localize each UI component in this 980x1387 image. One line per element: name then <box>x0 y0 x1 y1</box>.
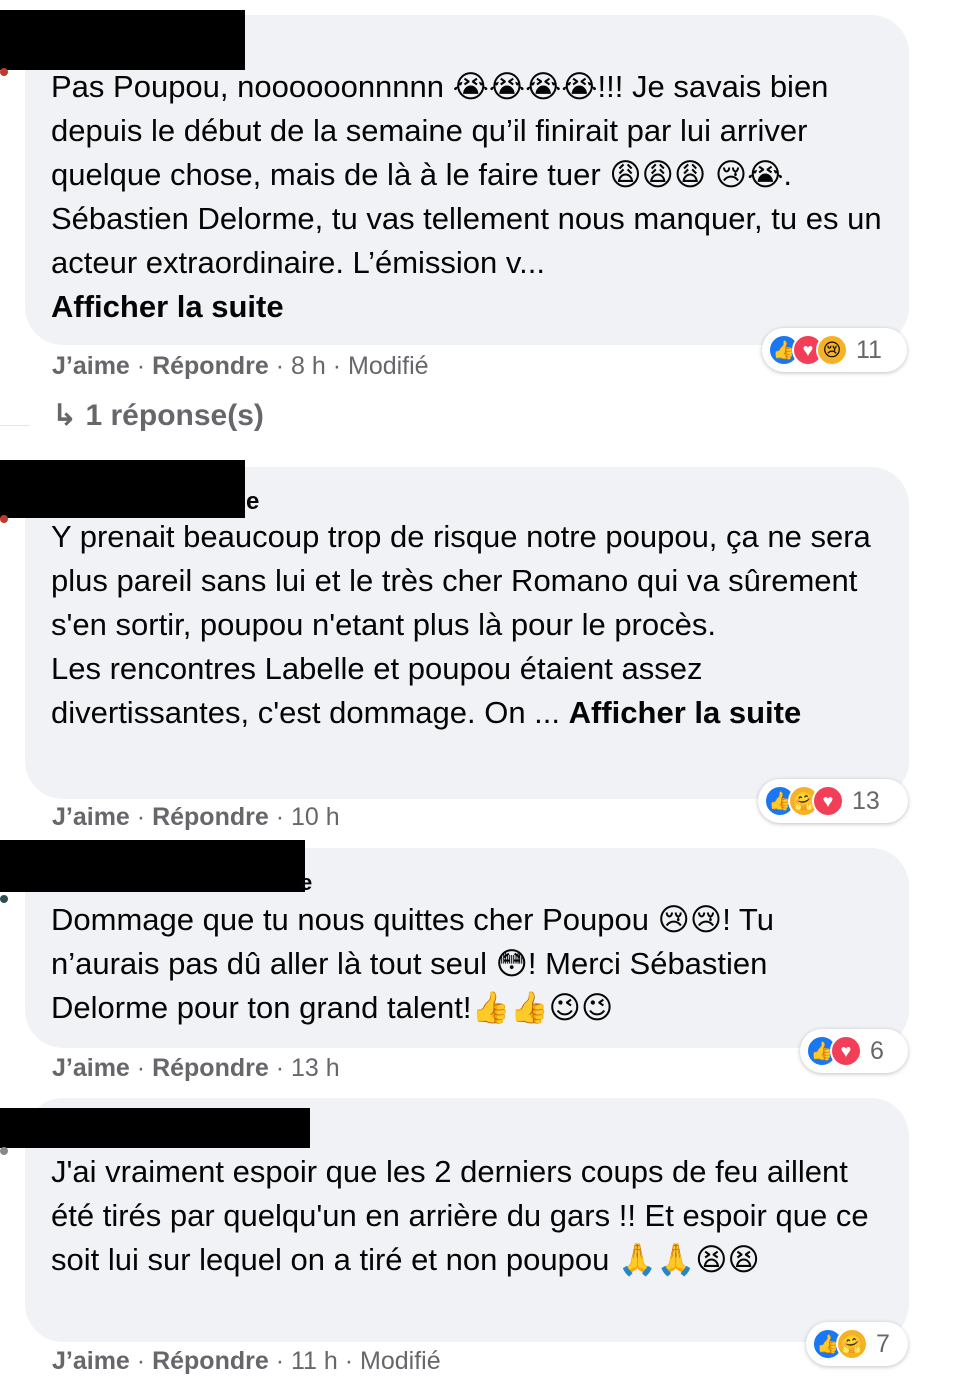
comment-body: J'ai vraiment espoir que les 2 derniers … <box>51 1154 878 1277</box>
reply-button[interactable]: Répondre <box>152 803 269 831</box>
like-button[interactable]: J’aime <box>52 1054 130 1082</box>
replies-count-label: 1 réponse(s) <box>85 399 264 432</box>
reaction-count: 13 <box>852 786 880 815</box>
care-icon: 🤗 <box>836 1328 868 1360</box>
timestamp[interactable]: 10 h <box>291 803 340 831</box>
like-button[interactable]: J’aime <box>52 1347 130 1375</box>
see-more-link[interactable]: Afficher la suite <box>569 695 802 730</box>
reply-arrow-icon: ↳ <box>52 399 86 432</box>
avatar[interactable] <box>0 515 8 523</box>
avatar[interactable] <box>0 1147 8 1155</box>
reply-button[interactable]: Répondre <box>152 1054 269 1082</box>
love-icon: ♥ <box>812 785 844 817</box>
reaction-summary[interactable]: 👍 ♥ 6 <box>800 1029 908 1073</box>
reply-button[interactable]: Répondre <box>152 1347 269 1375</box>
comment-text: Pas Poupou, noooooonnnnn 😭😭😭😭!!! Je sava… <box>51 65 891 329</box>
view-replies-link[interactable]: ↳ 1 réponse(s) <box>52 398 264 433</box>
like-button[interactable]: J’aime <box>52 803 130 831</box>
divider <box>0 425 30 426</box>
redacted-author-name <box>0 1108 310 1148</box>
timestamp[interactable]: 11 h <box>291 1347 338 1375</box>
reply-button[interactable]: Répondre <box>152 352 269 380</box>
comment-actions: J’aime · Répondre · 10 h <box>52 803 340 831</box>
comment-actions: J’aime · Répondre · 13 h <box>52 1054 340 1082</box>
reaction-count: 7 <box>876 1329 890 1358</box>
sad-icon: 😢 <box>816 334 848 366</box>
comment-text: Y prenait beaucoup trop de risque notre … <box>51 515 891 735</box>
edited-label: Modifié <box>360 1347 441 1375</box>
redacted-author-name <box>0 840 305 892</box>
redacted-author-name <box>0 460 245 518</box>
comment-body: Dommage que tu nous quittes cher Poupou … <box>51 902 783 1025</box>
comment-actions: J’aime · Répondre · 8 h · Modifié <box>52 352 429 380</box>
redacted-author-name <box>0 10 245 70</box>
timestamp[interactable]: 13 h <box>291 1054 340 1082</box>
reaction-count: 6 <box>870 1036 884 1065</box>
reaction-summary[interactable]: 👍 ♥ 😢 11 <box>762 328 907 372</box>
edited-label: Modifié <box>348 352 429 380</box>
avatar[interactable] <box>0 68 8 76</box>
comment-text: J'ai vraiment espoir que les 2 derniers … <box>51 1150 891 1282</box>
comment-actions: J’aime · Répondre · 11 h · Modifié <box>52 1347 441 1375</box>
author-name-fragment[interactable]: e <box>300 870 312 896</box>
timestamp[interactable]: 8 h <box>291 352 326 380</box>
reaction-summary[interactable]: 👍 🤗 7 <box>806 1322 908 1366</box>
avatar[interactable] <box>0 895 8 903</box>
comment-body: Pas Poupou, noooooonnnnn 😭😭😭😭!!! Je sava… <box>51 69 891 280</box>
reaction-summary[interactable]: 👍 🤗 ♥ 13 <box>758 779 908 823</box>
like-button[interactable]: J’aime <box>52 352 130 380</box>
see-more-link[interactable]: Afficher la suite <box>51 289 284 324</box>
comment-text: Dommage que tu nous quittes cher Poupou … <box>51 898 891 1030</box>
reaction-count: 11 <box>856 335 882 364</box>
author-name-fragment[interactable]: e <box>246 488 259 516</box>
love-icon: ♥ <box>830 1035 862 1067</box>
